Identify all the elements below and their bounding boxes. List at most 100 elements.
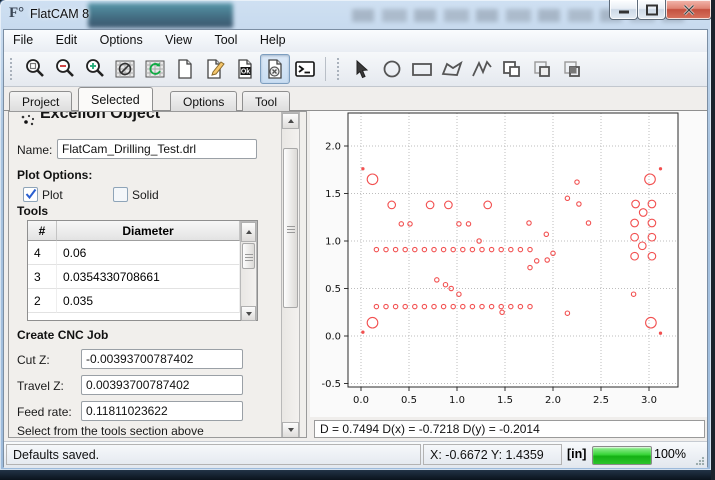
svg-text:1.0: 1.0: [449, 395, 465, 406]
travel-z-label: Travel Z:: [17, 379, 64, 393]
app-window: F° FlatCAM 8 File Edit Options View Tool…: [0, 0, 711, 470]
new-file-icon: [174, 58, 196, 80]
resize-grip[interactable]: [695, 456, 705, 466]
svg-text:2.5: 2.5: [593, 395, 609, 406]
cursor-coordinates: X: -0.6672 Y: 1.4359: [423, 444, 562, 465]
cell-tool-diameter[interactable]: 0.06: [57, 241, 240, 265]
table-scrollbar[interactable]: [240, 221, 257, 320]
status-bar: Defaults saved. X: -0.6672 Y: 1.4359 [in…: [4, 441, 707, 468]
aero-glass-glimpse: [88, 3, 233, 28]
zoom-fit-icon: [24, 58, 46, 80]
zoom-in-button[interactable]: [80, 54, 110, 84]
cell-tool-diameter[interactable]: 0.035: [57, 289, 240, 313]
panel-scrollbar[interactable]: [281, 112, 300, 437]
tab-selected[interactable]: Selected: [78, 87, 153, 111]
new-file-button[interactable]: [170, 54, 200, 84]
menu-bar: File Edit Options View Tool Help: [4, 30, 707, 53]
create-cnc-job-label: Create CNC Job: [17, 328, 108, 342]
name-input[interactable]: [57, 139, 257, 159]
union-tool-icon: [500, 58, 524, 80]
minimize-button[interactable]: [609, 0, 638, 20]
cut-z-input[interactable]: [81, 349, 243, 369]
svg-text:1.0: 1.0: [325, 237, 341, 248]
menu-options[interactable]: Options: [91, 30, 152, 50]
solid-checkbox[interactable]: [113, 187, 128, 202]
path-tool-button[interactable]: [467, 54, 497, 84]
edit-file-button[interactable]: [200, 54, 230, 84]
svg-text:0.0: 0.0: [353, 395, 369, 406]
table-scroll-up-button[interactable]: [241, 222, 256, 242]
subtract-tool-icon: [530, 58, 554, 80]
zoom-out-button[interactable]: [50, 54, 80, 84]
plot-checkbox[interactable]: [23, 187, 38, 202]
replot-button[interactable]: [110, 54, 140, 84]
panel-scroll-up-button[interactable]: [282, 113, 299, 129]
svg-text:-0.5: -0.5: [321, 379, 341, 390]
column-header-diameter[interactable]: Diameter: [57, 221, 240, 241]
polygon-tool-icon: [440, 58, 464, 80]
rectangle-tool-button[interactable]: [407, 54, 437, 84]
ok-file-icon: Ok: [234, 58, 256, 80]
intersect-tool-button[interactable]: [557, 54, 587, 84]
maximize-icon: [646, 4, 658, 15]
toolbar-drag-handle-2[interactable]: [337, 58, 343, 80]
menu-help[interactable]: Help: [251, 30, 295, 50]
tab-options-label: Options: [183, 95, 224, 109]
menu-tool[interactable]: Tool: [205, 30, 246, 50]
cut-z-label: Cut Z:: [17, 353, 50, 367]
zoom-fit-button[interactable]: [20, 54, 50, 84]
toolbar-drag-handle[interactable]: [10, 58, 16, 80]
polygon-tool-button[interactable]: [437, 54, 467, 84]
clear-plot-button[interactable]: [140, 54, 170, 84]
cell-tool-number[interactable]: 3: [28, 265, 57, 289]
subtract-tool-button[interactable]: [527, 54, 557, 84]
cancel-file-button[interactable]: [260, 54, 290, 84]
close-button[interactable]: [665, 0, 712, 20]
plot-checkbox-label[interactable]: Plot: [42, 188, 63, 202]
name-label: Name:: [17, 143, 52, 157]
progress-percent: 100%: [654, 447, 686, 461]
cell-tool-diameter[interactable]: 0.0354330708661: [57, 265, 240, 289]
column-header-number[interactable]: #: [28, 221, 57, 241]
solid-checkbox-label[interactable]: Solid: [132, 188, 159, 202]
table-scrollbar-thumb[interactable]: [242, 243, 255, 269]
plot-canvas[interactable]: 0.00.51.01.52.02.53.02.01.51.00.50.0-0.5: [310, 111, 707, 417]
menu-edit[interactable]: Edit: [47, 30, 87, 50]
shell-button[interactable]: [290, 54, 320, 84]
tab-options[interactable]: Options: [170, 91, 237, 111]
travel-z-input[interactable]: [81, 375, 243, 395]
panel-scroll-down-button[interactable]: [282, 422, 299, 438]
toolbar-separator: [325, 57, 326, 81]
maximize-button[interactable]: [637, 0, 666, 20]
feed-rate-label: Feed rate:: [17, 405, 72, 419]
tab-project[interactable]: Project: [9, 91, 72, 111]
desktop-background-strip: [711, 0, 715, 480]
cell-tool-number[interactable]: 4: [28, 241, 57, 265]
menu-view[interactable]: View: [156, 30, 201, 50]
circle-tool-button[interactable]: [377, 54, 407, 84]
scroll-up-icon: [246, 230, 252, 234]
progress-bar: [592, 446, 652, 465]
tools-hint-text: Select from the tools section above: [17, 424, 204, 438]
panel-scrollbar-thumb[interactable]: [283, 148, 298, 308]
title-bar[interactable]: F° FlatCAM 8: [0, 0, 711, 29]
panel-title: Excellon Object: [40, 112, 260, 123]
excellon-object-panel: Excellon Object Name: Plot Options: Plot…: [8, 111, 307, 438]
checkmark-icon: [24, 187, 38, 201]
svg-text:1.5: 1.5: [325, 189, 341, 200]
units-label: [in]: [567, 447, 586, 461]
table-scroll-down-button[interactable]: [241, 306, 256, 321]
app-logo-icon: F°: [9, 5, 24, 22]
cell-tool-number[interactable]: 2: [28, 289, 57, 313]
tab-tool[interactable]: Tool: [242, 91, 290, 111]
scroll-down-icon: [288, 428, 294, 432]
thumb-grip: [287, 226, 295, 233]
select-tool-button[interactable]: [347, 54, 377, 84]
close-icon: [683, 4, 694, 15]
ok-file-button[interactable]: Ok: [230, 54, 260, 84]
feed-rate-input[interactable]: [81, 401, 243, 421]
menu-file[interactable]: File: [4, 30, 42, 50]
union-tool-button[interactable]: [497, 54, 527, 84]
toolbar: Ok: [4, 52, 707, 87]
svg-text:1.5: 1.5: [497, 395, 513, 406]
